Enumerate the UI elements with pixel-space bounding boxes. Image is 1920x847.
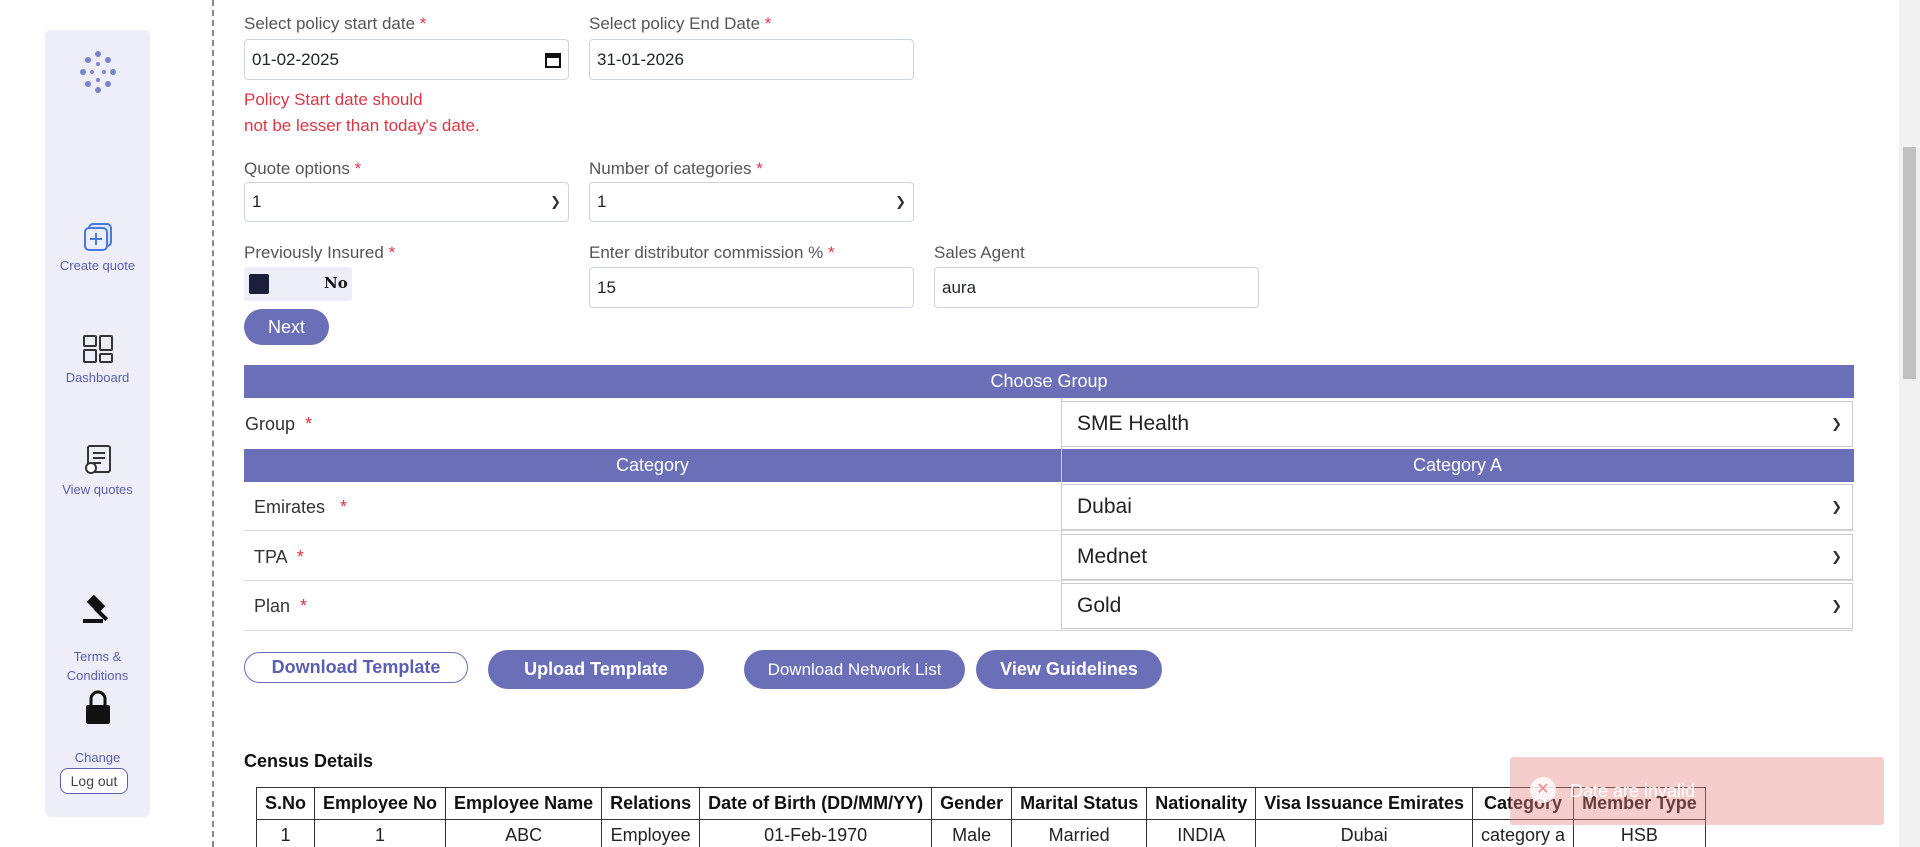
logo-icon xyxy=(80,51,116,93)
end-date-label: Select policy End Date * xyxy=(589,14,772,33)
tpa-label: TPA * xyxy=(254,547,304,567)
scrollbar-thumb[interactable] xyxy=(1903,147,1916,379)
previously-insured-toggle[interactable]: No xyxy=(244,267,352,301)
commission-input[interactable]: 15 xyxy=(589,267,914,308)
logout-button[interactable]: Log out xyxy=(60,768,128,794)
lock-icon xyxy=(85,690,110,724)
upload-template-button[interactable]: Upload Template xyxy=(488,650,704,689)
row-divider xyxy=(244,630,1854,631)
category-name-header: Category A xyxy=(1061,449,1854,482)
chevron-down-icon: ❯ xyxy=(1831,416,1842,431)
table-row: 1 1 ABC Employee 01-Feb-1970 Male Marrie… xyxy=(255,819,1706,847)
sidebar-item-terms[interactable]: Terms & Conditions xyxy=(45,575,150,685)
gavel-icon xyxy=(82,594,108,623)
column-header: Employee No xyxy=(314,787,447,820)
start-date-input[interactable]: 01-02-2025 xyxy=(244,39,569,80)
tpa-select[interactable]: Mednet ❯ xyxy=(1061,534,1853,580)
chevron-down-icon: ❯ xyxy=(1831,549,1842,564)
column-header: S.No xyxy=(255,787,316,820)
table-header-row: S.No Employee No Employee Name Relations… xyxy=(255,787,1706,820)
sidebar-item-dashboard[interactable]: Dashboard xyxy=(45,334,150,387)
close-icon[interactable]: ✕ xyxy=(1530,777,1556,803)
chevron-down-icon: ❯ xyxy=(550,194,561,209)
table-cell: INDIA xyxy=(1146,819,1257,847)
scrollbar-track[interactable] xyxy=(1899,0,1920,847)
table-cell: 01-Feb-1970 xyxy=(699,819,933,847)
table-cell: 1 xyxy=(255,819,316,847)
next-button[interactable]: Next xyxy=(244,309,329,345)
column-separator xyxy=(1061,398,1062,630)
sales-agent-label: Sales Agent xyxy=(934,243,1025,262)
column-header: Date of Birth (DD/MM/YY) xyxy=(699,787,933,820)
table-cell: Employee xyxy=(601,819,701,847)
quote-options-label: Quote options * xyxy=(244,159,362,178)
view-guidelines-button[interactable]: View Guidelines xyxy=(976,650,1162,689)
download-network-list-button[interactable]: Download Network List xyxy=(744,650,965,689)
num-categories-select[interactable]: 1 ❯ xyxy=(589,182,914,222)
chevron-down-icon: ❯ xyxy=(1831,499,1842,514)
column-header: Visa Issuance Emirates xyxy=(1255,787,1474,820)
emirates-select[interactable]: Dubai ❯ xyxy=(1061,484,1853,530)
sales-agent-input[interactable]: aura xyxy=(934,267,1259,308)
plan-select[interactable]: Gold ❯ xyxy=(1061,583,1853,629)
column-header: Gender xyxy=(931,787,1013,820)
date-error-message: Policy Start date should not be lesser t… xyxy=(244,90,480,135)
group-select[interactable]: SME Health ❯ xyxy=(1061,401,1853,447)
choose-group-header: Choose Group xyxy=(244,365,1854,398)
table-cell: Male xyxy=(931,819,1013,847)
census-title: Census Details xyxy=(244,751,374,771)
row-divider xyxy=(244,530,1854,531)
commission-label: Enter distributor commission % * xyxy=(589,243,835,262)
table-cell: 1 xyxy=(314,819,447,847)
chevron-down-icon: ❯ xyxy=(1831,598,1842,613)
table-cell: Dubai xyxy=(1255,819,1474,847)
column-header: Marital Status xyxy=(1011,787,1148,820)
sidebar-item-label: View quotes xyxy=(62,482,133,497)
sidebar-item-create-quote[interactable]: Create quote xyxy=(45,222,150,275)
error-toast[interactable]: ✕ Date are invalid xyxy=(1510,757,1884,825)
sidebar-item-label: Dashboard xyxy=(65,370,130,385)
plan-label: Plan * xyxy=(254,596,308,616)
census-table: S.No Employee No Employee Name Relations… xyxy=(255,787,1706,847)
column-header: Employee Name xyxy=(445,787,603,820)
column-header: Relations xyxy=(601,787,701,820)
divider xyxy=(212,0,214,847)
toggle-knob xyxy=(249,274,269,294)
end-date-input[interactable]: 31-01-2026 xyxy=(589,39,914,80)
column-header: Nationality xyxy=(1146,787,1257,820)
category-header: Category xyxy=(244,449,1061,482)
group-label: Group * xyxy=(245,414,313,434)
row-divider xyxy=(244,580,1854,581)
chevron-down-icon: ❯ xyxy=(895,194,906,209)
start-date-label: Select policy start date * xyxy=(244,14,427,33)
view-quotes-icon xyxy=(84,445,111,474)
emirates-label: Emirates * xyxy=(254,497,348,517)
toast-message: Date are invalid xyxy=(1570,781,1696,801)
dashboard-icon xyxy=(82,335,113,363)
sidebar-item-label: Create quote xyxy=(59,258,136,273)
previously-insured-label: Previously Insured * xyxy=(244,243,396,262)
sidebar: Create quote Dashboard View quotes Terms… xyxy=(45,30,150,817)
create-quote-icon xyxy=(83,223,112,251)
quote-options-select[interactable]: 1 ❯ xyxy=(244,182,569,222)
table-cell: Married xyxy=(1011,819,1148,847)
download-template-button[interactable]: Download Template xyxy=(244,652,468,683)
table-cell: ABC xyxy=(445,819,603,847)
calendar-icon[interactable] xyxy=(545,52,561,68)
num-categories-label: Number of categories * xyxy=(589,159,763,178)
sidebar-item-view-quotes[interactable]: View quotes xyxy=(45,444,150,499)
